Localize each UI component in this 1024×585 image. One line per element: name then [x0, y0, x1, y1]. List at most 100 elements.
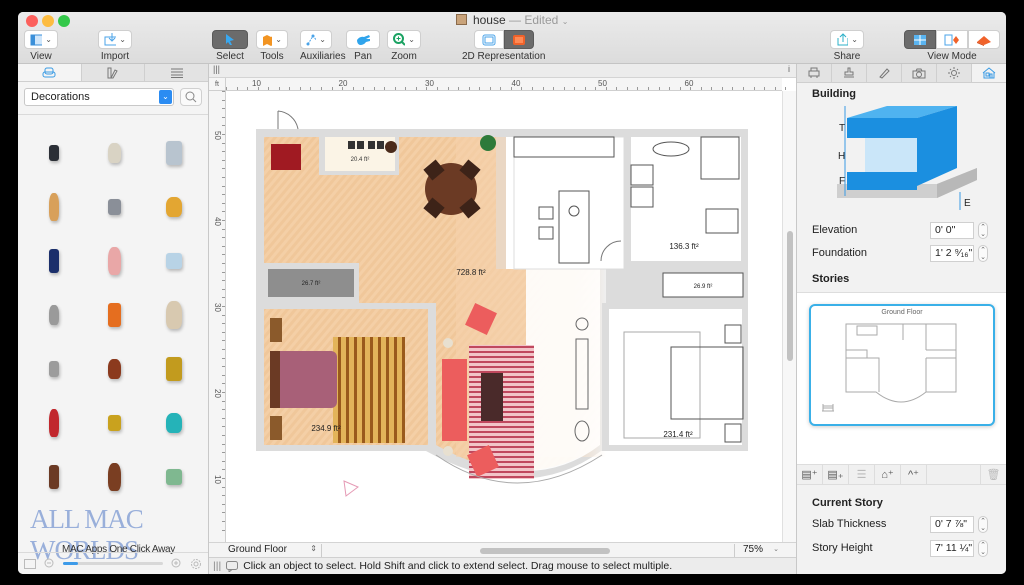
library-item[interactable]: [84, 180, 144, 234]
ruler-tick: [222, 478, 225, 479]
ruler-tick: [222, 314, 225, 316]
library-item[interactable]: [144, 396, 204, 450]
ruler-tick: [222, 220, 225, 221]
library-item[interactable]: [144, 126, 204, 180]
library-item[interactable]: [84, 450, 144, 504]
library-item[interactable]: [144, 180, 204, 234]
select-tool[interactable]: Select: [212, 30, 248, 62]
tab-light[interactable]: [937, 64, 972, 82]
help-bubble-icon[interactable]: [226, 560, 239, 572]
foundation-field[interactable]: 1' 2 ⁹⁄₁₆": [930, 245, 974, 262]
pan-tool[interactable]: Pan: [346, 30, 380, 62]
add-building-button[interactable]: ⌂⁺: [875, 465, 901, 484]
gear-icon[interactable]: [190, 558, 202, 570]
add-story-above-button[interactable]: ▤⁺: [797, 465, 823, 484]
vertical-scrollbar[interactable]: [782, 91, 796, 542]
horizontal-scrollbar[interactable]: [322, 544, 734, 557]
view-mode-3d-button[interactable]: [968, 30, 1000, 49]
import-tool[interactable]: ⌄ Import: [98, 30, 132, 62]
view-mode-split-button[interactable]: [936, 30, 968, 49]
tab-edit[interactable]: [867, 64, 902, 82]
updown-icon: ⇕: [310, 543, 317, 553]
library-item[interactable]: [24, 126, 84, 180]
library-item[interactable]: [84, 342, 144, 396]
decoration-thumbnail-icon: [49, 305, 59, 325]
sun-icon: [948, 67, 960, 79]
floor-plan[interactable]: 20.4 ft² 26.7 ft² 728.8 ft² 234.9 ft² 13…: [226, 91, 782, 542]
ruler-tick: [384, 87, 386, 90]
library-item[interactable]: [144, 450, 204, 504]
sidebar-toggle-icon[interactable]: |||: [213, 64, 220, 74]
tab-building[interactable]: [972, 64, 1006, 82]
ruler-tick: [521, 87, 523, 90]
chevron-down-icon: ⌄: [275, 35, 282, 44]
library-item[interactable]: [144, 342, 204, 396]
info-icon[interactable]: i: [788, 64, 790, 74]
view-mode-2d-button[interactable]: [904, 30, 936, 49]
tab-list[interactable]: [145, 64, 209, 81]
zoom-select[interactable]: 75% ⌄: [734, 543, 782, 557]
floor-select[interactable]: Ground Floor ⇕: [226, 543, 322, 557]
story-height-stepper[interactable]: ⌃ ⌄: [978, 540, 988, 557]
decoration-thumbnail-icon: [49, 409, 59, 437]
story-height-field[interactable]: 7' 11 ¼": [930, 540, 974, 557]
library-item[interactable]: [24, 180, 84, 234]
library-item[interactable]: [24, 234, 84, 288]
2d-colored-view-button[interactable]: [503, 30, 534, 49]
thumbnail-size-slider[interactable]: [63, 562, 163, 565]
story-card[interactable]: Ground Floor: [809, 304, 995, 426]
library-item[interactable]: [84, 234, 144, 288]
decoration-thumbnail-icon: [166, 357, 182, 381]
slab-thickness-stepper[interactable]: ⌃ ⌄: [978, 516, 988, 533]
view-label: View: [30, 51, 52, 62]
tab-materials[interactable]: [81, 64, 146, 81]
tools-label: Tools: [260, 51, 284, 62]
ruler-tick: [222, 323, 225, 325]
tab-furniture[interactable]: [18, 64, 82, 81]
library-item[interactable]: [144, 288, 204, 342]
elevation-stepper[interactable]: ⌃ ⌄: [978, 222, 988, 239]
image-icon[interactable]: [24, 558, 36, 569]
scroll-thumb[interactable]: [787, 231, 793, 361]
2d-plan-view-button[interactable]: [473, 30, 504, 49]
tab-camera[interactable]: [902, 64, 937, 82]
search-button[interactable]: [180, 88, 202, 106]
library-item[interactable]: [24, 288, 84, 342]
scroll-thumb[interactable]: [480, 547, 610, 554]
elevation-field[interactable]: 0' 0": [930, 222, 974, 239]
add-roof-button[interactable]: ^⁺: [901, 465, 927, 484]
tab-stamp[interactable]: [832, 64, 867, 82]
library-item[interactable]: [144, 234, 204, 288]
library-item[interactable]: [24, 342, 84, 396]
zoom-in-icon[interactable]: [171, 558, 182, 569]
library-item[interactable]: [24, 396, 84, 450]
category-select[interactable]: Decorations ⌄: [24, 88, 174, 106]
ruler-tick: [479, 87, 481, 90]
share-tool[interactable]: ⌄ Share: [830, 30, 864, 62]
view-tool[interactable]: ⌄ View: [24, 30, 58, 62]
share-label: Share: [833, 51, 861, 62]
import-label: Import: [100, 51, 130, 62]
tools-tool[interactable]: ⌄ Tools: [256, 30, 288, 62]
library-item[interactable]: [84, 288, 144, 342]
ruler-label: 40: [213, 217, 222, 226]
slab-thickness-field[interactable]: 0' 7 ⅞": [930, 516, 974, 533]
library-item[interactable]: [24, 450, 84, 504]
document-icon: [455, 14, 467, 25]
tab-objects[interactable]: [797, 64, 832, 82]
sidebar-toggle-icon[interactable]: |||: [213, 560, 221, 572]
auxiliaries-tool[interactable]: ⌄ Auxiliaries: [300, 30, 346, 62]
foundation-stepper[interactable]: ⌃ ⌄: [978, 245, 988, 262]
ruler-tick: [489, 87, 491, 90]
stairs-button[interactable]: ☰: [849, 465, 875, 484]
status-bar: ||| Click an object to select. Hold Shif…: [209, 557, 796, 574]
edited-indicator[interactable]: — Edited: [509, 13, 558, 27]
add-story-below-button[interactable]: ▤₊: [823, 465, 849, 484]
ruler-tick: [222, 349, 225, 350]
delete-story-button[interactable]: 🗑: [980, 465, 1006, 484]
zoom-tool[interactable]: ⌄ Zoom: [387, 30, 421, 62]
ruler-tick: [222, 340, 225, 342]
library-item[interactable]: [84, 126, 144, 180]
zoom-out-icon[interactable]: [44, 558, 55, 569]
library-item[interactable]: [84, 396, 144, 450]
